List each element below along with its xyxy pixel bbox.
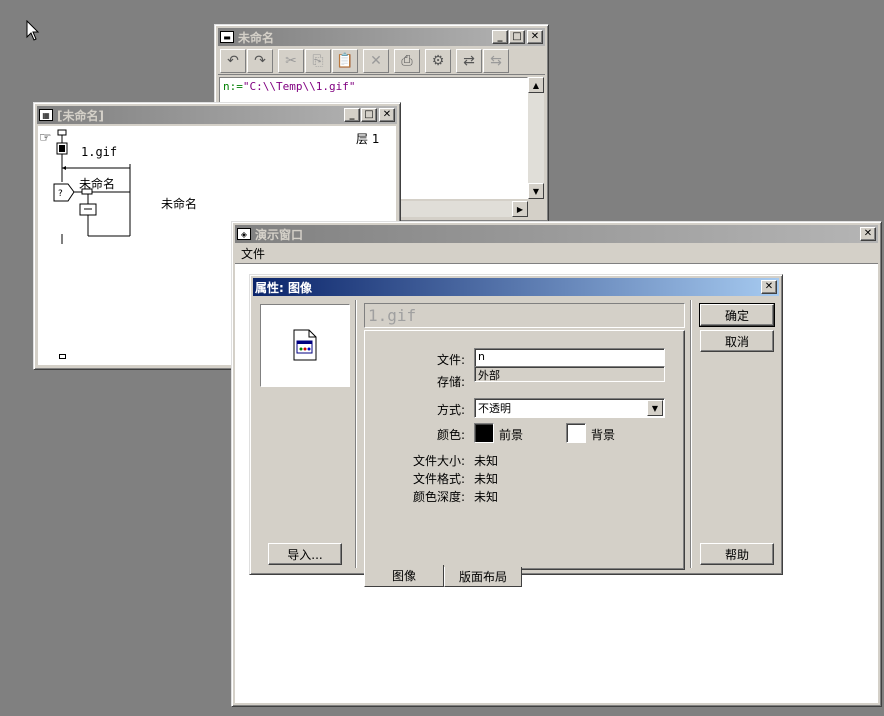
foreground-color-swatch[interactable]: [474, 423, 494, 443]
flowline-window-icon: ▦: [39, 109, 53, 121]
color-label: 颜色:: [436, 428, 465, 442]
scroll-right-icon[interactable]: ▶: [512, 201, 528, 217]
storage-label: 存储:: [436, 375, 465, 389]
storage-value: 外部: [474, 366, 665, 382]
window-icon: ▬: [220, 31, 234, 43]
calculation-toolbar: ↶ ↷ ✂ ⎘ 📋 ✕ ⎙ ⚙ ⇄ ⇆: [218, 47, 545, 75]
foreground-label: 前景: [499, 428, 524, 442]
file-input[interactable]: n: [474, 348, 665, 368]
file-format-value: 未知: [474, 472, 499, 486]
end-marker: [59, 354, 66, 359]
code-string: "C:\\Temp\\1.gif": [242, 80, 356, 93]
presentation-window-titlebar[interactable]: ◈ 演示窗口 ✕: [235, 225, 878, 243]
image-file-icon: [293, 329, 317, 361]
divider-left: [355, 300, 357, 568]
properties-dialog-body: 导入... 1.gif 文件: n 存储: 外部 方式: 不透明 ▼ 颜色: 前…: [253, 297, 779, 587]
svg-text:?: ?: [58, 189, 63, 199]
interaction-icon-label: 未命名: [79, 177, 116, 191]
close-button[interactable]: ✕: [761, 280, 777, 294]
chevron-down-icon[interactable]: ▼: [647, 400, 663, 416]
mode-select[interactable]: 不透明 ▼: [474, 398, 665, 418]
properties-dialog: 属性: 图像 ✕ 导入... 1.gif 文件: n 存储: 外部 方式: 不透…: [249, 274, 783, 587]
close-button[interactable]: ✕: [379, 108, 395, 122]
help-button[interactable]: 帮助: [700, 543, 774, 565]
ok-button[interactable]: 确定: [699, 303, 775, 327]
scroll-down-icon[interactable]: ▼: [528, 183, 544, 199]
presentation-menubar: 文件: [235, 244, 878, 262]
file-size-value: 未知: [474, 454, 499, 468]
divider-right: [690, 300, 692, 568]
layer-label: 层 1: [356, 132, 380, 146]
file-size-label: 文件大小:: [412, 454, 465, 468]
minimize-button[interactable]: _: [492, 30, 508, 44]
gif-icon-label: 1.gif: [81, 145, 118, 159]
calculation-window-titlebar[interactable]: ▬ 未命名 _ □ ✕: [218, 28, 545, 46]
code-assignment: n:=: [223, 80, 243, 93]
properties-dialog-title: 属性: 图像: [255, 280, 312, 295]
image-name-field[interactable]: 1.gif: [364, 303, 685, 328]
tab-layout[interactable]: 版面布局: [444, 567, 522, 587]
copy-icon[interactable]: ⎘: [305, 48, 331, 73]
calculation-window-title: 未命名: [238, 30, 275, 45]
print-icon[interactable]: ⎙: [394, 48, 420, 73]
cut-icon[interactable]: ✂: [278, 48, 304, 73]
import-button[interactable]: 导入...: [268, 543, 342, 565]
properties-dialog-titlebar[interactable]: 属性: 图像 ✕: [253, 278, 779, 296]
color-depth-label: 颜色深度:: [412, 490, 465, 504]
cancel-button[interactable]: 取消: [700, 330, 774, 352]
mode-label: 方式:: [436, 403, 465, 417]
presentation-window-title: 演示窗口: [255, 227, 304, 242]
color-depth-value: 未知: [474, 490, 499, 504]
background-label: 背景: [591, 428, 616, 442]
menu-file[interactable]: 文件: [241, 245, 265, 262]
presentation-window-icon: ◈: [237, 228, 251, 240]
properties-tabs: 图像 版面布局: [364, 565, 522, 589]
flowline-window-titlebar[interactable]: ▦ [未命名] _ □ ✕: [37, 106, 397, 124]
outdent-icon[interactable]: ⇆: [483, 48, 509, 73]
maximize-button[interactable]: □: [509, 30, 525, 44]
scroll-up-icon[interactable]: ▲: [528, 77, 544, 93]
mode-select-value: 不透明: [478, 402, 511, 415]
map-icon-label: 未命名: [161, 197, 198, 211]
close-button[interactable]: ✕: [860, 227, 876, 241]
find-icon[interactable]: ⚙: [425, 48, 451, 73]
paste-icon[interactable]: 📋: [332, 48, 358, 73]
undo-icon[interactable]: ↶: [220, 48, 246, 73]
close-button[interactable]: ✕: [527, 30, 543, 44]
indent-icon[interactable]: ⇄: [456, 48, 482, 73]
minimize-button[interactable]: _: [344, 108, 360, 122]
mouse-pointer-icon: [26, 20, 40, 41]
delete-icon[interactable]: ✕: [363, 48, 389, 73]
background-color-swatch[interactable]: [566, 423, 586, 443]
maximize-button[interactable]: □: [361, 108, 377, 122]
file-format-label: 文件格式:: [412, 472, 465, 486]
redo-icon[interactable]: ↷: [247, 48, 273, 73]
flowline-window-title: [未命名]: [57, 108, 104, 123]
tab-image[interactable]: 图像: [364, 565, 444, 587]
vertical-scrollbar[interactable]: ▲ ▼: [528, 77, 544, 199]
file-label: 文件:: [436, 353, 465, 367]
image-preview: [260, 304, 350, 387]
image-tab-panel: 文件: n 存储: 外部 方式: 不透明 ▼ 颜色: 前景 背景 文件大小: 未…: [364, 330, 685, 570]
